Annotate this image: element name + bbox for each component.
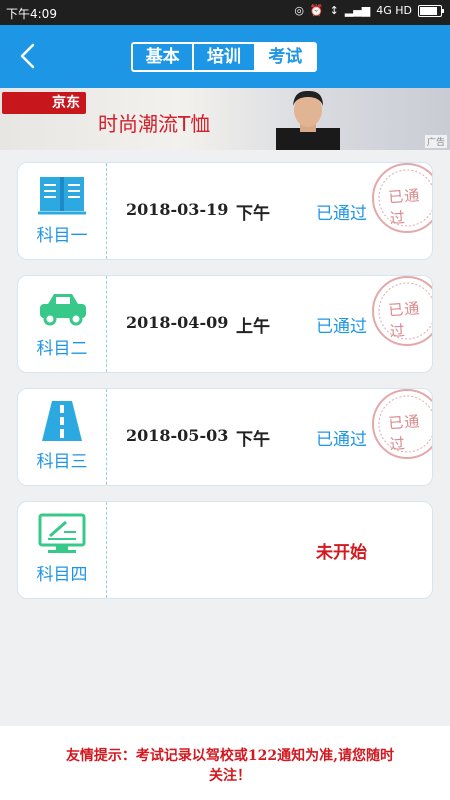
exam-status: 已通过 — [316, 430, 367, 450]
tab-training[interactable]: 培训 — [194, 44, 256, 70]
exam-card[interactable]: 科目一 2018-03-19 下午 已通过 已通过 — [17, 162, 433, 260]
battery-icon — [418, 4, 444, 17]
book-icon — [38, 177, 86, 215]
tab-bar: 基本 培训 考试 — [131, 42, 317, 72]
exam-period: 下午 — [236, 204, 270, 224]
alarm-icon: ⏰ — [309, 4, 324, 17]
exam-status: 已通过 — [316, 317, 367, 337]
footer-tip: 友情提示：考试记录以驾校或122通知为准,请您随时关注！ — [65, 748, 395, 784]
sync-icon: ◎ — [294, 4, 304, 17]
exam-date: 2018-05-03 — [126, 426, 229, 445]
subject-label: 科目二 — [36, 339, 88, 359]
subject-column: 科目一 — [18, 163, 107, 259]
wifi-off-icon: ↕ — [329, 4, 339, 17]
banner-slogan: 时尚潮流T恤 — [98, 112, 211, 136]
exam-status: 未开始 — [316, 543, 367, 563]
subject-label: 科目一 — [36, 226, 88, 246]
subject-column: 科目四 — [18, 502, 107, 598]
exam-period: 上午 — [236, 317, 270, 337]
status-icons: ◎ ⏰ ↕ ▂▄▆ 4G HD — [294, 4, 444, 17]
exam-card[interactable]: 科目四 未开始 — [17, 501, 433, 599]
network-type: 4G HD — [376, 4, 412, 17]
app-header: 基本 培训 考试 — [0, 25, 450, 88]
subject-column: 科目三 — [18, 389, 107, 485]
monitor-icon — [38, 513, 86, 553]
exam-period: 下午 — [236, 430, 270, 450]
tab-basic[interactable]: 基本 — [133, 44, 195, 70]
status-time: 下午4:09 — [6, 7, 57, 21]
stamp-text: 已通过 — [387, 186, 421, 228]
stamp-text: 已通过 — [387, 299, 421, 341]
footer: 友情提示：考试记录以驾校或122通知为准,请您随时关注！ — [0, 726, 450, 800]
road-icon — [42, 401, 82, 441]
subject-column: 科目二 — [18, 276, 107, 372]
ad-label: 广告 — [424, 135, 447, 148]
exam-date: 2018-03-19 — [126, 200, 229, 219]
exam-card[interactable]: 科目三 2018-05-03 下午 已通过 已通过 — [17, 388, 433, 486]
car-icon — [40, 294, 86, 326]
stamp-text: 已通过 — [387, 412, 421, 454]
status-bar: 下午4:09 ◎ ⏰ ↕ ▂▄▆ 4G HD — [0, 0, 450, 25]
back-arrow-icon[interactable] — [14, 41, 44, 71]
tab-exam[interactable]: 考试 — [255, 44, 315, 70]
jd-logo: 京东 — [2, 92, 86, 114]
exam-status: 已通过 — [316, 204, 367, 224]
model-image — [276, 90, 340, 150]
subject-label: 科目三 — [36, 452, 88, 472]
signal-icon: ▂▄▆ — [344, 4, 371, 17]
exam-date: 2018-04-09 — [126, 313, 229, 332]
ad-banner[interactable]: 京东 时尚潮流T恤 广告 — [0, 88, 450, 150]
exam-card[interactable]: 科目二 2018-04-09 上午 已通过 已通过 — [17, 275, 433, 373]
subject-label: 科目四 — [36, 565, 88, 585]
